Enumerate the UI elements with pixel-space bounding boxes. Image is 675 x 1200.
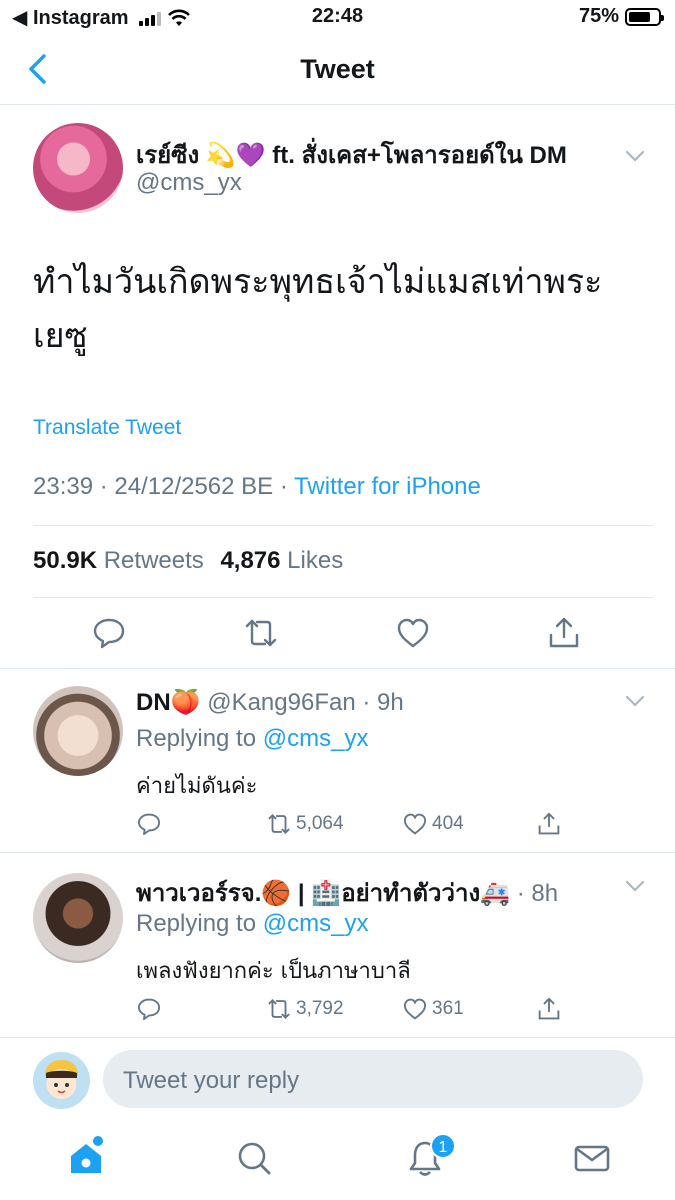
retweet-count: 3,792 <box>296 998 344 1019</box>
tweet-meta: 23:39 · 24/12/2562 BE · Twitter for iPho… <box>33 473 481 501</box>
reply-button[interactable] <box>136 811 162 837</box>
retweets-label[interactable]: Retweets <box>104 547 204 574</box>
nav-bar: Tweet <box>0 34 675 105</box>
reply-name-line: DN🍑 @Kang96Fan · 9h <box>136 688 404 717</box>
battery-icon <box>625 7 664 26</box>
reply-icon <box>137 998 161 1021</box>
page-title: Tweet <box>300 54 375 84</box>
author-avatar[interactable] <box>33 123 123 213</box>
divider <box>0 668 675 669</box>
reply-author-avatar[interactable] <box>33 873 123 963</box>
tweet-timestamp: 23:39 · 24/12/2562 BE · <box>33 473 295 500</box>
share-button[interactable] <box>536 996 562 1022</box>
tweet-source-link[interactable]: Twitter for iPhone <box>294 473 481 500</box>
share-icon <box>538 812 560 835</box>
reply-composer: Tweet your reply <box>0 1037 675 1120</box>
new-content-dot <box>93 1136 103 1146</box>
retweet-button[interactable]: 3,792 <box>266 996 344 1022</box>
like-button[interactable]: 404 <box>402 811 464 837</box>
clock: 22:48 <box>311 5 364 27</box>
chevron-down-icon[interactable] <box>624 149 646 163</box>
battery-percent: 75% <box>578 5 619 27</box>
like-heart-icon[interactable] <box>395 615 431 651</box>
reply-icon[interactable] <box>91 615 127 651</box>
reply-author-name[interactable]: DN🍑 <box>136 689 201 716</box>
replying-to-prefix: Replying to <box>136 910 263 937</box>
share-button[interactable] <box>536 811 562 837</box>
share-icon <box>538 997 560 1020</box>
retweet-button[interactable]: 5,064 <box>266 811 344 837</box>
chevron-down-icon[interactable] <box>624 879 646 893</box>
like-count: 404 <box>432 813 464 834</box>
reply-icon <box>137 813 161 836</box>
reply-actions: 3,792 361 <box>136 996 576 1026</box>
my-avatar[interactable] <box>33 1052 90 1109</box>
replying-to-handle[interactable]: @cms_yx <box>263 725 369 752</box>
reply-author-meta: @Kang96Fan · 9h <box>200 689 404 716</box>
like-button[interactable]: 361 <box>402 996 464 1022</box>
tweet-text: ทำไมวันเกิดพระพุทธเจ้าไม่แมสเท่าพระเยซู <box>33 262 603 356</box>
reply-name-line: พาวเวอร์รจ.🏀 | 🏥อย่าทำตัวว่าง🚑 · 8h <box>136 873 558 912</box>
retweet-count[interactable]: 50.9K <box>33 547 97 574</box>
tweet-actions <box>0 615 675 655</box>
chevron-down-icon[interactable] <box>624 694 646 708</box>
like-heart-icon <box>403 998 427 1020</box>
reply-author-name[interactable]: พาวเวอร์รจ.🏀 | 🏥อย่าทำตัวว่าง🚑 <box>136 880 510 907</box>
share-icon[interactable] <box>546 615 582 651</box>
status-bar: ◀ Instagram 22:48 75% <box>0 0 675 34</box>
divider <box>33 525 653 526</box>
replying-to-prefix: Replying to <box>136 725 263 752</box>
cartoon-avatar-icon <box>33 1052 90 1109</box>
messages-mail-icon[interactable] <box>572 1138 612 1178</box>
likes-label[interactable]: Likes <box>287 547 343 574</box>
retweet-icon <box>268 814 290 834</box>
reply-button[interactable] <box>136 996 162 1022</box>
divider <box>33 597 653 598</box>
replying-to: Replying to @cms_yx <box>136 910 368 938</box>
like-count[interactable]: 4,876 <box>220 547 280 574</box>
like-heart-icon <box>403 813 427 835</box>
tweet-stats: 50.9K Retweets 4,876 Likes <box>33 547 353 575</box>
like-count: 361 <box>432 998 464 1019</box>
replying-to: Replying to @cms_yx <box>136 725 368 753</box>
reply-author-meta: · 8h <box>510 880 559 907</box>
reply-author-avatar[interactable] <box>33 686 123 776</box>
reply-input[interactable]: Tweet your reply <box>103 1050 643 1108</box>
retweet-icon <box>268 999 290 1019</box>
reply-text: เพลงฟังยากค่ะ เป็นภาษาบาลี <box>136 959 411 984</box>
reply-text: ค่ายไม่ดันค่ะ <box>136 774 258 799</box>
replying-to-handle[interactable]: @cms_yx <box>263 910 369 937</box>
retweet-icon[interactable] <box>243 615 279 651</box>
reply-actions: 5,064 404 <box>136 811 576 841</box>
divider <box>0 852 675 853</box>
tab-bar: 1 <box>0 1120 675 1200</box>
author-handle[interactable]: @cms_yx <box>136 169 242 197</box>
notification-badge: 1 <box>430 1133 456 1159</box>
translate-tweet-link[interactable]: Translate Tweet <box>33 416 181 440</box>
retweet-count: 5,064 <box>296 813 344 834</box>
search-icon[interactable] <box>234 1138 274 1178</box>
